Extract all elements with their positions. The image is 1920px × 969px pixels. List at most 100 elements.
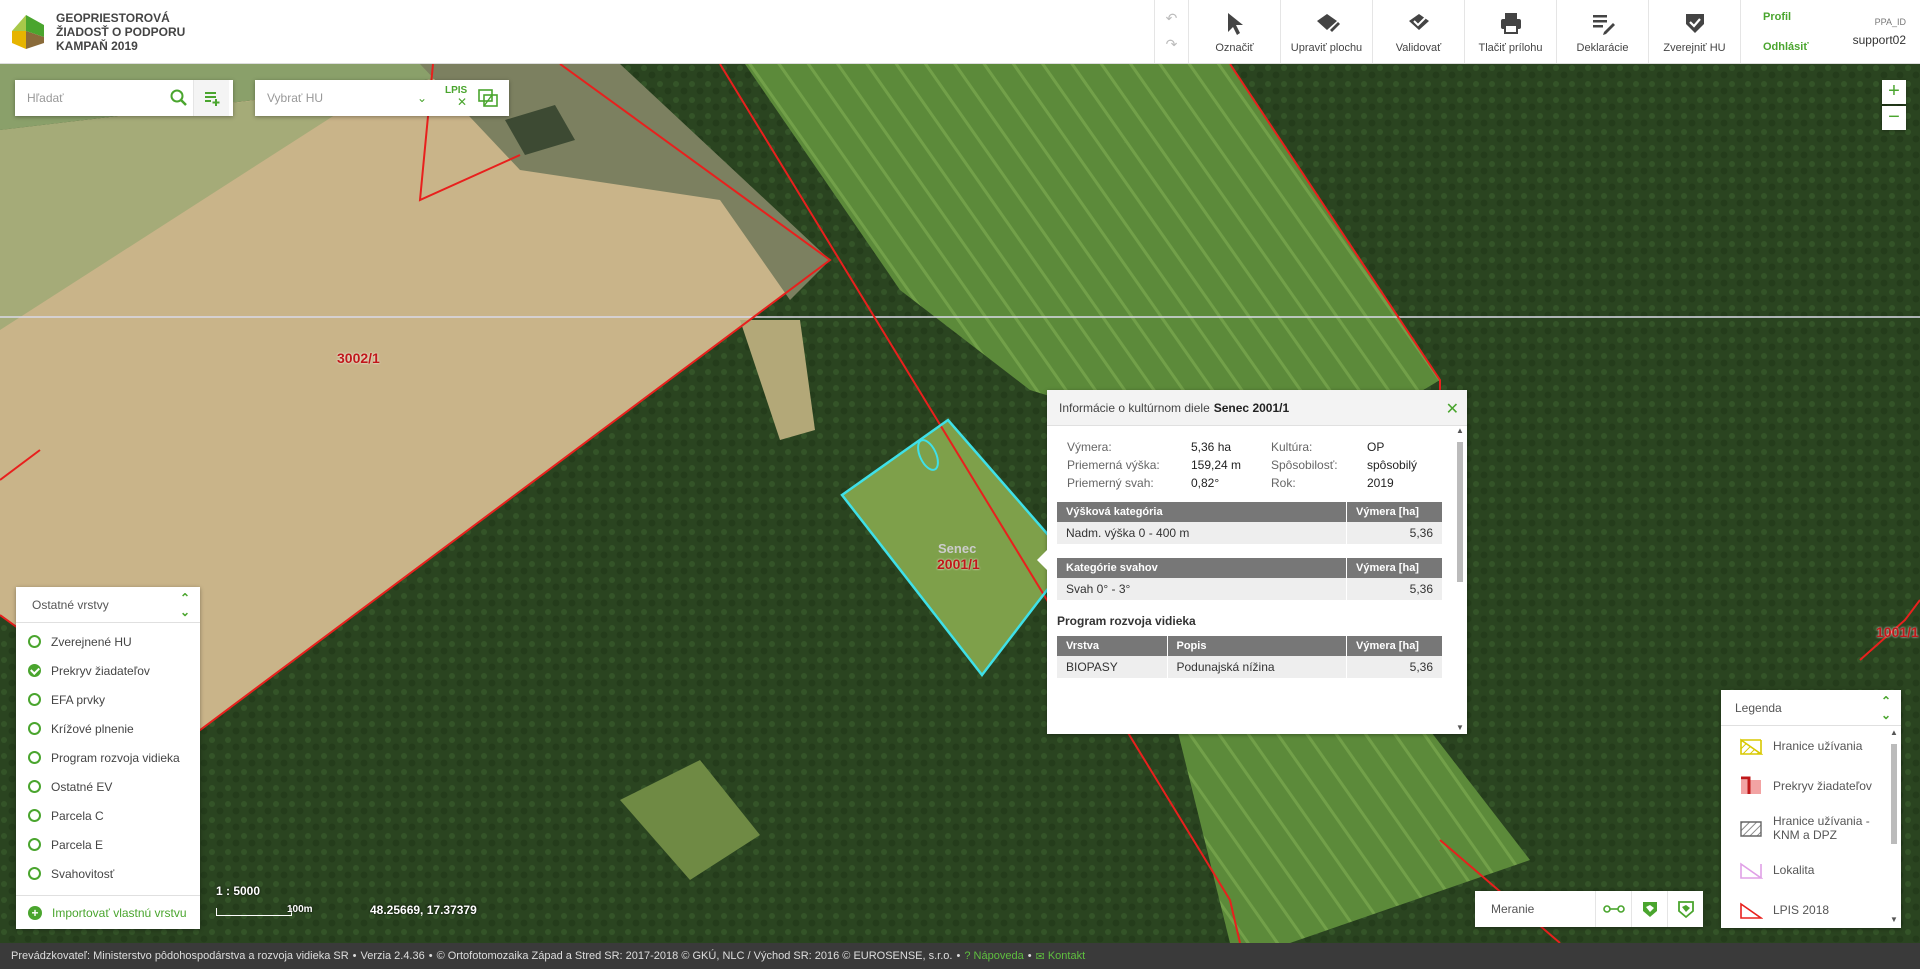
layer-item-label: Program rozvoja vidieka [51,750,180,765]
layer-item[interactable]: Program rozvoja vidieka [16,743,200,772]
layer-item[interactable]: Zverejnené HU [16,627,200,656]
scroll-up-icon[interactable]: ▲ [1456,426,1464,435]
profile-menu: Profil Odhlásiť [1740,0,1820,63]
radio-icon[interactable] [28,751,41,764]
measure-area-button[interactable] [1631,891,1667,927]
undo-icon[interactable]: ↶ [1166,10,1178,27]
zoom-out-button[interactable]: − [1882,106,1906,130]
measure-panel: Meranie [1475,891,1703,927]
legend-item: Prekryv žiadateľov [1721,766,1887,806]
user-id-label: PPA_ID [1874,16,1906,27]
import-layer-button[interactable]: + Importovať vlastnú vrstvu [16,895,200,929]
copyright-text: © Ortofotomozaika Západ a Stred SR: 2017… [436,950,953,962]
parcel-info-popup: Informácie o kultúrnom diele Senec 2001/… [1037,390,1467,734]
legend-header[interactable]: Legenda ⌃ ⌄ [1721,690,1901,726]
logout-link[interactable]: Odhlásiť [1763,41,1820,53]
radio-icon[interactable] [28,867,41,880]
validate-button[interactable]: Validovať [1372,0,1464,63]
popup-scrollbar[interactable]: ▲ ▼ [1456,426,1464,732]
ruler-icon [1602,905,1625,913]
layer-item-label: Ostatné EV [51,779,113,794]
layer-list: Zverejnené HU Prekryv žiadateľov EFA prvky… [16,623,200,888]
parcel-label: 1001/1 [1876,624,1919,640]
popup-header: Informácie o kultúrnom diele Senec 2001/… [1047,390,1467,426]
layer-item[interactable]: Svahovitosť [16,859,200,888]
layer-item-label: EFA prvky [51,692,106,707]
scroll-down-icon[interactable]: ▼ [1456,723,1464,732]
version-text: Verzia 2.4.36 [360,950,425,962]
search-input[interactable] [15,91,165,105]
layer-item-label: Parcela E [51,837,104,852]
outline-red-icon [1740,902,1763,919]
radio-icon[interactable] [28,838,41,851]
lpis-toggle[interactable]: LPIS ✕ [441,85,473,111]
layer-overlay-icon[interactable] [473,89,503,107]
layer-item[interactable]: Prekryv žiadateľov [16,656,200,685]
parcel-attributes: Výmera: 5,36 ha Kultúra: OP Priemerná vý… [1067,440,1418,490]
help-link[interactable]: Nápoveda [974,950,1024,962]
scrollbar-thumb[interactable] [1891,744,1897,844]
shield-check-icon [1685,13,1704,33]
cursor-coordinates: 48.25669, 17.37379 [370,903,477,917]
profile-link[interactable]: Profil [1763,11,1820,23]
legend-scrollbar[interactable]: ▲ ▼ [1889,728,1899,924]
validate-icon [1408,13,1429,30]
radio-icon[interactable] [28,722,41,735]
measure-distance-button[interactable] [1595,891,1631,927]
redo-icon[interactable]: ↷ [1166,36,1178,53]
layer-item[interactable]: Parcela C [16,801,200,830]
parcel-label: 3002/1 [337,350,380,366]
layer-item[interactable]: Parcela E [16,830,200,859]
collapse-icon[interactable]: ⌃ ⌄ [1881,694,1891,722]
layers-header[interactable]: Ostatné vrstvy ⌃ ⌄ [16,587,200,623]
radio-icon[interactable] [28,693,41,706]
radio-icon[interactable] [28,780,41,793]
measure-label: Meranie [1491,902,1535,916]
radio-icon[interactable] [28,809,41,822]
printer-icon [1500,12,1521,34]
scrollbar-thumb[interactable] [1457,442,1463,582]
layer-item-label: Parcela C [51,808,104,823]
radio-icon[interactable] [28,635,41,648]
section-title: Program rozvoja vidieka [1057,614,1196,628]
print-button[interactable]: Tlačiť prílohu [1464,0,1556,63]
map-scale: 1 : 5000 [216,884,261,898]
layer-item-label: Prekryv žiadateľov [51,663,150,678]
scroll-down-icon[interactable]: ▼ [1890,915,1898,924]
table-row: Nadm. výška 0 - 400 m 5,36 [1057,522,1443,544]
popup-body: Výmera: 5,36 ha Kultúra: OP Priemerná vý… [1047,426,1455,732]
search-filter-icon[interactable] [193,80,229,116]
hu-select-dropdown[interactable]: Vybrať HU [255,91,417,105]
close-icon[interactable]: ✕ [1446,399,1459,419]
select-button[interactable]: Označiť [1188,0,1280,63]
layer-item[interactable]: Krížové plnenie [16,714,200,743]
scalebar-label: 100m [287,904,313,915]
edit-area-icon [1316,13,1340,32]
legend-item: Hranice užívania - KNM a DPZ [1721,806,1887,850]
checked-radio-icon[interactable] [28,664,41,677]
search-icon[interactable] [165,89,193,107]
area-shield-icon [1642,902,1657,917]
hatched-gray-icon [1740,821,1762,837]
declarations-button[interactable]: Deklarácie [1556,0,1648,63]
publish-hu-button[interactable]: Zverejniť HU [1648,0,1740,63]
zoom-controls: + − [1882,80,1906,132]
chevron-down-icon[interactable]: ⌄ [417,91,441,105]
app-logo: GEOPRIESTOROVÁ ŽIADOSŤ O PODPORU KAMPAŇ … [0,0,300,63]
collapse-icon[interactable]: ⌃ ⌄ [180,591,190,619]
add-icon: + [28,905,42,920]
logo-icon [12,14,44,49]
layer-item[interactable]: EFA prvky [16,685,200,714]
scroll-up-icon[interactable]: ▲ [1890,728,1898,737]
layer-item[interactable]: Ostatné EV [16,772,200,801]
hu-select-panel: Vybrať HU ⌄ LPIS ✕ [255,80,509,116]
contact-link[interactable]: Kontakt [1048,950,1085,962]
locality-label: Senec [938,541,977,556]
user-info: PPA_ID support02 [1820,0,1920,63]
edit-area-button[interactable]: Upraviť plochu [1280,0,1372,63]
measure-clear-button[interactable] [1667,891,1703,927]
parcel-label: 2001/1 [937,556,980,572]
layer-item-label: Krížové plnenie [51,721,134,736]
map-canvas[interactable]: 3002/1 Senec 2001/1 1001/1 [0,64,1920,943]
zoom-in-button[interactable]: + [1882,80,1906,104]
